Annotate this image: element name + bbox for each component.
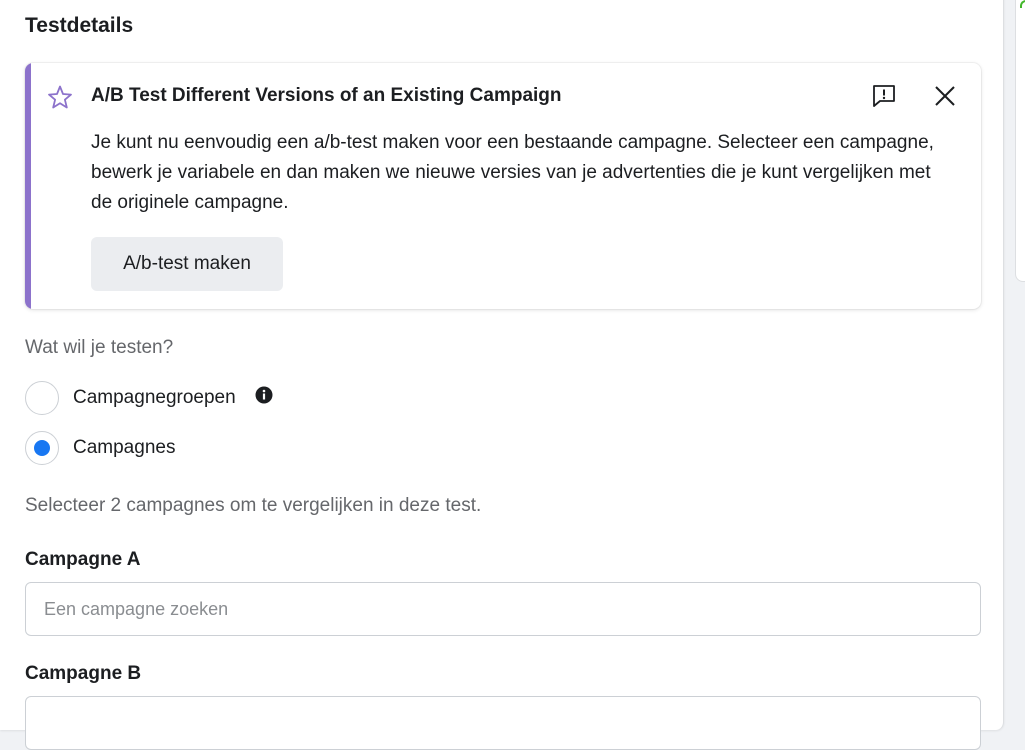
close-icon[interactable]	[932, 83, 958, 109]
info-icon[interactable]	[255, 386, 273, 404]
radio-selected-dot	[34, 440, 50, 456]
notice-body: Je kunt nu eenvoudig een a/b-test maken …	[91, 132, 934, 213]
notice-title: A/B Test Different Versions of an Existi…	[91, 85, 562, 106]
star-icon	[47, 84, 73, 110]
radio-label-campaigns[interactable]: Campagnes	[73, 437, 175, 459]
create-ab-test-button[interactable]: A/b-test maken	[91, 237, 283, 291]
campaign-a-label: Campagne A	[25, 549, 141, 570]
test-type-question: Wat wil je testen?	[25, 337, 174, 358]
right-side-card	[1015, 0, 1025, 282]
right-card-accent	[1020, 0, 1025, 8]
report-icon[interactable]	[871, 83, 897, 109]
ab-test-notice: A/B Test Different Versions of an Existi…	[25, 63, 981, 309]
campaign-a-search-input[interactable]	[25, 582, 981, 636]
radio-campaigns[interactable]	[25, 431, 59, 465]
radio-campaign-groups[interactable]	[25, 381, 59, 415]
radio-label-campaign-groups[interactable]: Campagnegroepen	[73, 387, 236, 409]
page-title: Testdetails	[25, 14, 134, 37]
notice-accent-bar	[25, 63, 31, 309]
campaign-selection-helper: Selecteer 2 campagnes om te vergelijken …	[25, 495, 482, 516]
campaign-b-label: Campagne B	[25, 663, 142, 684]
campaign-b-search-input[interactable]	[25, 696, 981, 750]
